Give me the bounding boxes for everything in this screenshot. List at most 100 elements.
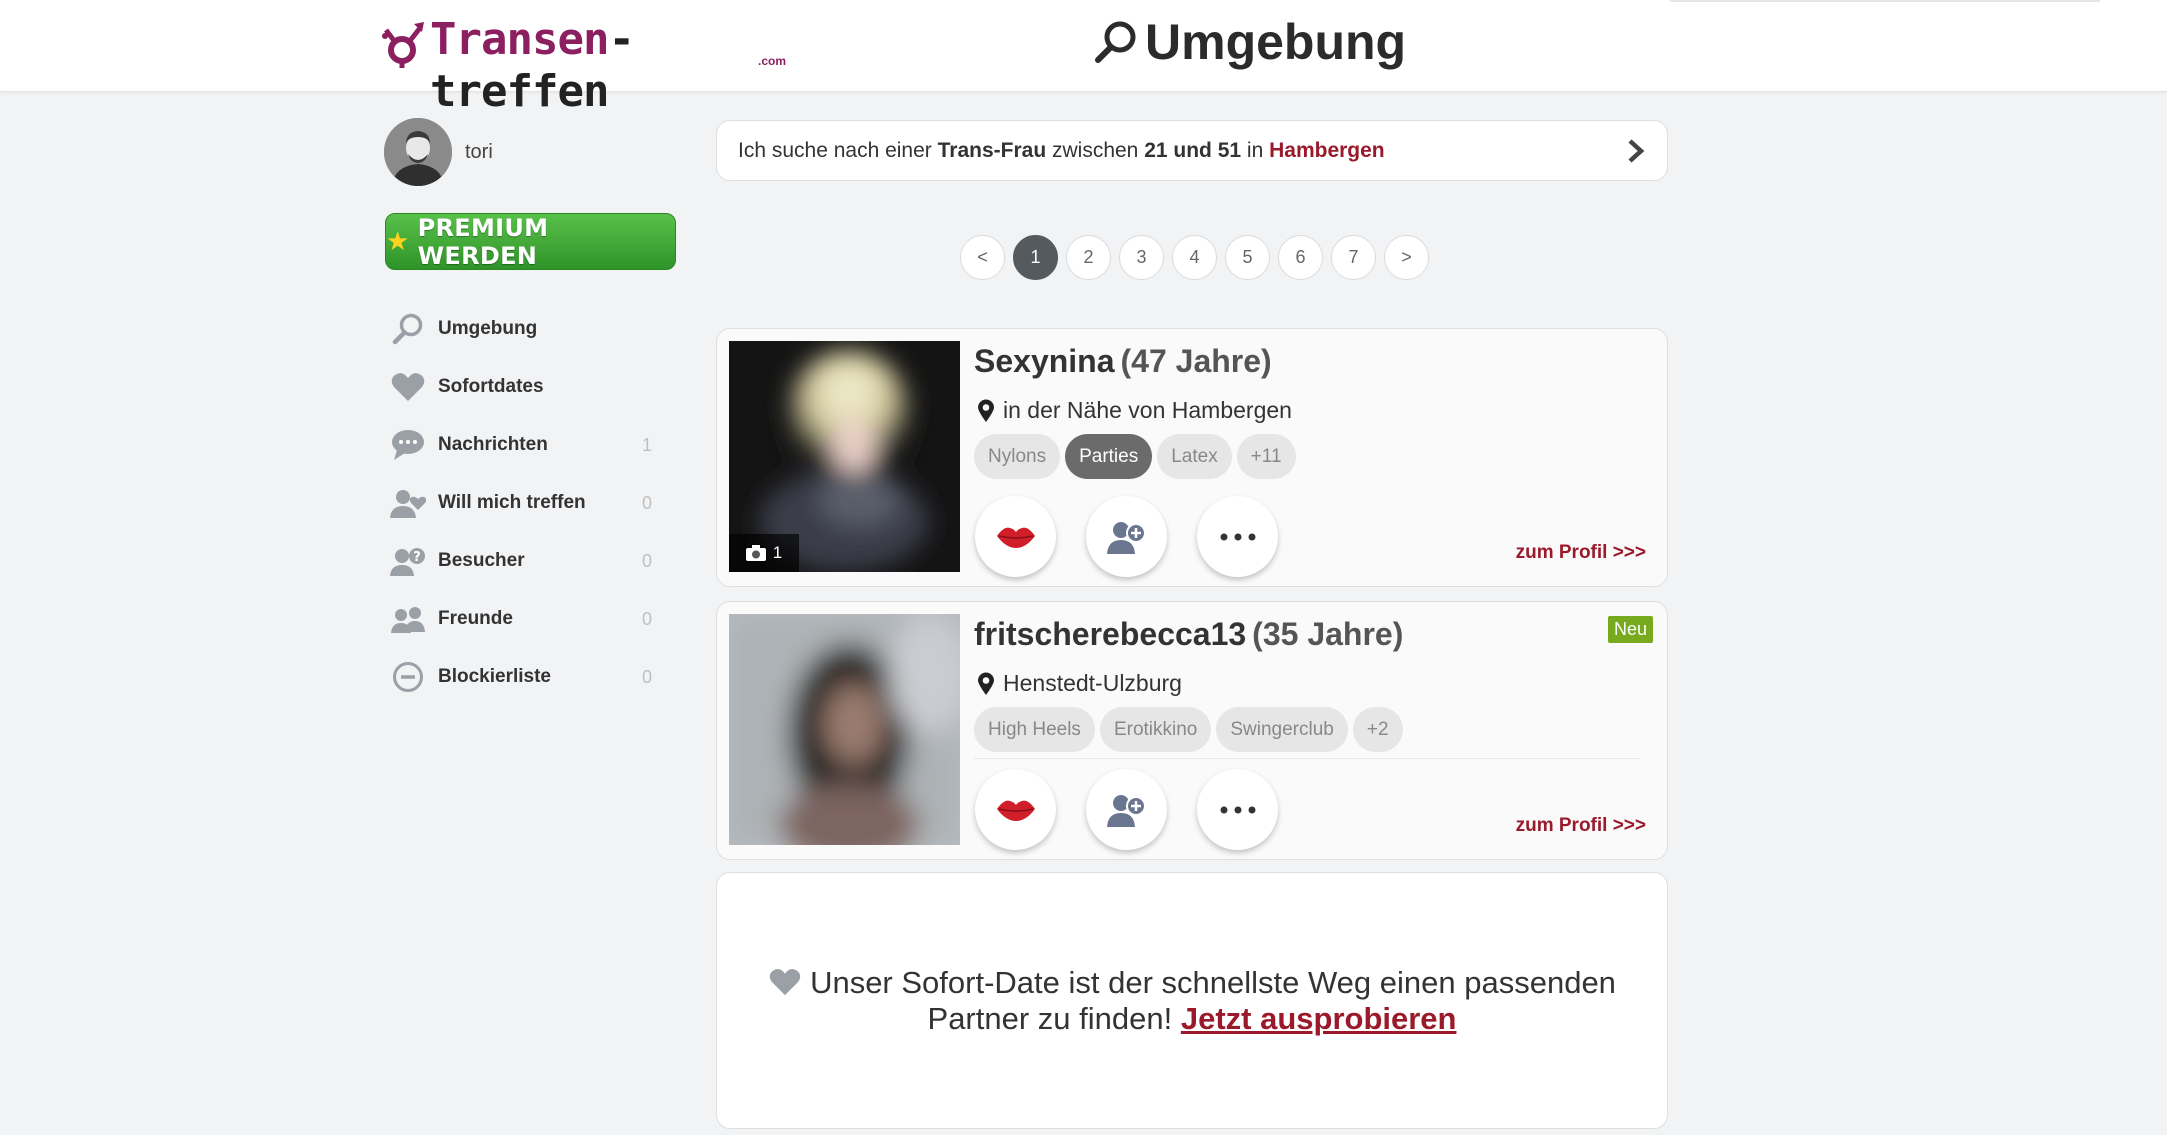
- kiss-button[interactable]: [975, 496, 1056, 577]
- add-friend-button[interactable]: [1086, 496, 1167, 577]
- sidebar-item-count: 1: [642, 434, 653, 455]
- sidebar-item-count: 0: [642, 608, 653, 629]
- sidebar-item-label: Besucher: [438, 550, 525, 571]
- camera-icon: [745, 545, 766, 561]
- profile-name[interactable]: Sexynina (47 Jahre): [974, 343, 1272, 380]
- sofort-date-promo: Unser Sofort-Date ist der schnellste Weg…: [716, 872, 1668, 1129]
- sidebar-item-freunde[interactable]: Freunde 0: [388, 590, 658, 648]
- premium-label: PREMIUM WERDEN: [417, 213, 549, 270]
- page-prev-button[interactable]: <: [960, 235, 1005, 280]
- profile-actions: [975, 496, 1278, 577]
- sidebar-item-count: 0: [642, 666, 653, 687]
- pagination: < 1 2 3 4 5 6 7 >: [960, 235, 1429, 280]
- profile-location: Henstedt-Ulzburg: [977, 670, 1182, 697]
- more-tags[interactable]: +2: [1352, 707, 1403, 752]
- page-1-button[interactable]: 1: [1013, 235, 1058, 280]
- more-options-button[interactable]: [1197, 496, 1278, 577]
- search-age-range: 21 und 51: [1144, 138, 1242, 162]
- page-2-button[interactable]: 2: [1066, 235, 1111, 280]
- more-tags[interactable]: +11: [1236, 434, 1296, 479]
- blurred-photo-image: [729, 614, 960, 845]
- search-prefix: Ich suche nach einer: [738, 138, 938, 162]
- ellipsis-icon: [1220, 533, 1255, 540]
- page-7-button[interactable]: 7: [1331, 235, 1376, 280]
- tag[interactable]: Parties: [1065, 434, 1153, 479]
- kiss-button[interactable]: [975, 769, 1056, 850]
- logo-suffix: .com: [758, 54, 787, 68]
- sidebar-item-label: Blockierliste: [438, 666, 551, 687]
- photo-count-badge: 1: [729, 534, 799, 572]
- profile-card[interactable]: Neu fritscherebecca13 (35 Jahre) Henstedt…: [716, 601, 1668, 860]
- profile-photo[interactable]: [729, 614, 960, 845]
- svg-text:?: ?: [413, 550, 421, 565]
- logo-text: Transen-treffen: [430, 14, 635, 117]
- page-4-button[interactable]: 4: [1172, 235, 1217, 280]
- lips-icon: [996, 527, 1035, 548]
- add-friend-button[interactable]: [1086, 769, 1167, 850]
- profile-location: in der Nähe von Hambergen: [977, 397, 1292, 424]
- search-criteria-bar[interactable]: Ich suche nach einer Trans-Frau zwischen…: [716, 120, 1668, 181]
- view-profile-link[interactable]: zum Profil >>>: [1516, 542, 1646, 564]
- try-now-link[interactable]: Jetzt ausprobieren: [1181, 1001, 1457, 1036]
- avatar-image: [384, 118, 452, 186]
- add-user-icon: [1106, 521, 1146, 554]
- header: Transen-treffen .com Umgebung: [0, 0, 2167, 117]
- sidebar-item-label: Freunde: [438, 608, 513, 629]
- tag[interactable]: Swingerclub: [1216, 707, 1348, 752]
- search-between: zwischen: [1046, 138, 1145, 162]
- view-profile-link[interactable]: zum Profil >>>: [1516, 815, 1646, 837]
- tag[interactable]: High Heels: [974, 707, 1095, 752]
- page-3-button[interactable]: 3: [1119, 235, 1164, 280]
- header-topline: [1670, 0, 2100, 2]
- heart-icon: [388, 367, 428, 407]
- sidebar-item-will-mich-treffen[interactable]: Will mich treffen 0: [388, 474, 658, 532]
- sidebar-item-nachrichten[interactable]: Nachrichten 1: [388, 416, 658, 474]
- chevron-right-icon: [1628, 139, 1645, 163]
- sidebar-item-sofortdates[interactable]: Sofortdates: [388, 358, 658, 416]
- tag[interactable]: Latex: [1157, 434, 1232, 479]
- page-title-text: Umgebung: [1145, 14, 1407, 70]
- profile-actions: [975, 769, 1278, 850]
- add-user-icon: [1106, 794, 1146, 827]
- user-question-icon: ?: [388, 541, 428, 581]
- search-icon: [1095, 21, 1136, 63]
- profile-age: (47 Jahre): [1120, 343, 1272, 379]
- page-6-button[interactable]: 6: [1278, 235, 1323, 280]
- chat-icon: [388, 425, 428, 465]
- search-city: Hambergen: [1269, 138, 1385, 162]
- premium-button[interactable]: ★ PREMIUM WERDEN: [385, 213, 676, 270]
- sidebar-item-umgebung[interactable]: Umgebung: [388, 300, 658, 358]
- username[interactable]: tori: [465, 141, 493, 164]
- page-5-button[interactable]: 5: [1225, 235, 1270, 280]
- page-title: Umgebung: [1093, 12, 1406, 72]
- profile-photo[interactable]: 1: [729, 341, 960, 572]
- sidebar-item-label: Umgebung: [438, 318, 538, 339]
- user-heart-icon: [388, 483, 428, 523]
- tag[interactable]: Erotikkino: [1099, 707, 1212, 752]
- profile-name[interactable]: fritscherebecca13 (35 Jahre): [974, 616, 1403, 653]
- site-logo[interactable]: Transen-treffen .com: [378, 14, 798, 117]
- sidebar-nav: Umgebung Sofortdates Nachrichten 1 Will …: [388, 300, 658, 706]
- sidebar-item-label: Will mich treffen: [438, 492, 586, 513]
- ellipsis-icon: [1220, 806, 1255, 813]
- search-icon: [388, 309, 428, 349]
- search-type: Trans-Frau: [937, 138, 1047, 162]
- star-icon: ★: [386, 226, 410, 257]
- profile-age: (35 Jahre): [1252, 616, 1404, 652]
- divider: [974, 758, 1640, 759]
- profile-card[interactable]: 1 Sexynina (47 Jahre) in der Nähe von Ham…: [716, 328, 1668, 587]
- more-options-button[interactable]: [1197, 769, 1278, 850]
- users-icon: [388, 599, 428, 639]
- avatar[interactable]: [384, 118, 452, 186]
- tag[interactable]: Nylons: [974, 434, 1061, 479]
- sidebar-item-label: Nachrichten: [438, 434, 548, 455]
- interest-tags: Nylons Parties Latex +11: [974, 434, 1296, 479]
- sidebar-item-besucher[interactable]: ? Besucher 0: [388, 532, 658, 590]
- photo-count: 1: [772, 543, 783, 562]
- sidebar-item-count: 0: [642, 550, 653, 571]
- page-next-button[interactable]: >: [1384, 235, 1429, 280]
- user-profile[interactable]: tori: [384, 118, 493, 186]
- block-icon: [388, 657, 428, 697]
- trans-symbol-icon: [382, 22, 424, 68]
- sidebar-item-blockierliste[interactable]: Blockierliste 0: [388, 648, 658, 706]
